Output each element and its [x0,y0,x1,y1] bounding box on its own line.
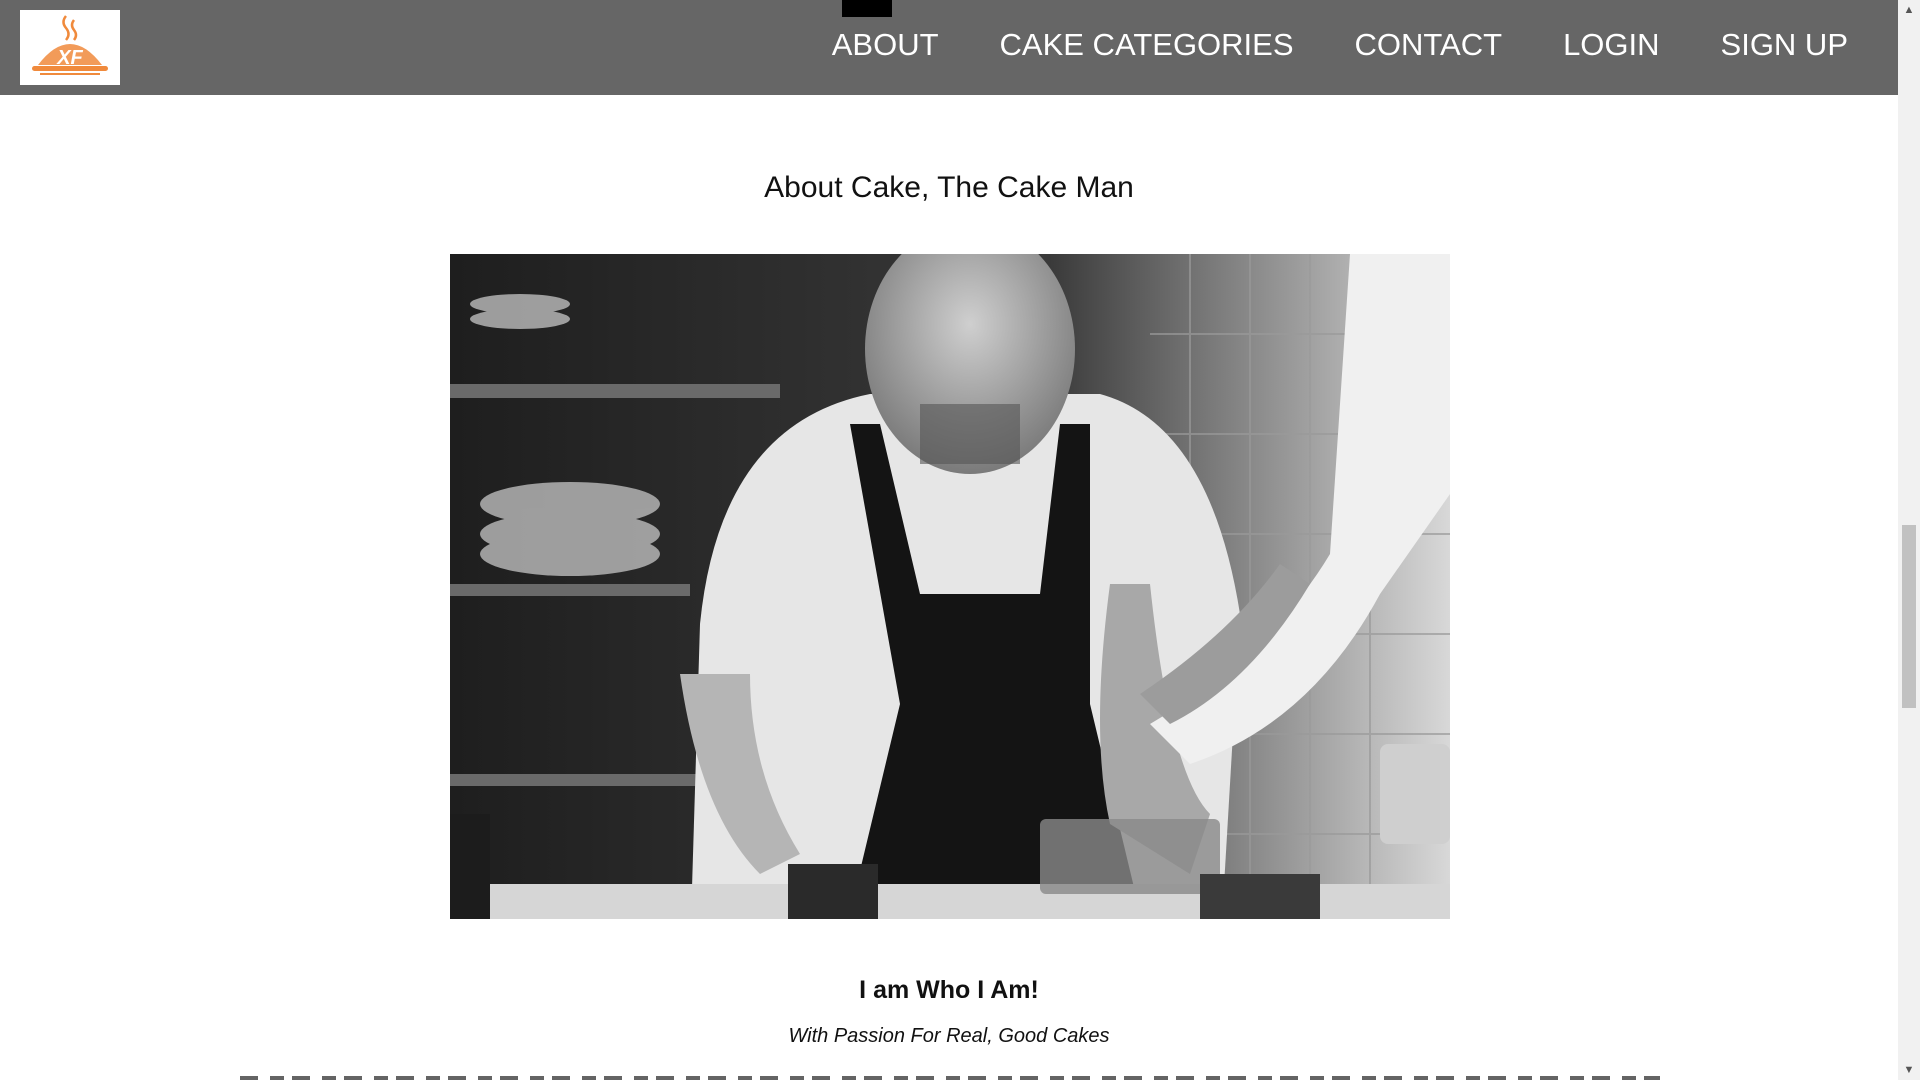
main-nav: ABOUT CAKE CATEGORIES CONTACT LOGIN SIGN… [832,0,1848,90]
scroll-down-arrow-icon[interactable]: ▼ [1898,1060,1920,1080]
scroll-thumb[interactable] [1902,525,1916,708]
chef-photo [450,254,1450,919]
svg-text:XF: XF [56,47,83,69]
nav-cake-categories[interactable]: CAKE CATEGORIES [1000,27,1294,63]
scroll-up-arrow-icon[interactable]: ▲ [1898,0,1920,20]
nav-sign-up[interactable]: SIGN UP [1721,27,1848,63]
nav-contact[interactable]: CONTACT [1355,27,1503,63]
section-heading: I am Who I Am! [859,976,1039,1004]
top-navigation-bar: XF ABOUT CAKE CATEGORIES CONTACT LOGIN S… [0,0,1898,95]
vertical-scrollbar[interactable]: ▲ ▼ [1898,0,1920,1080]
site-logo[interactable]: XF [20,10,120,85]
chef-image [450,254,1450,919]
logo-icon: XF [32,15,108,75]
page: XF ABOUT CAKE CATEGORIES CONTACT LOGIN S… [0,0,1920,1080]
cut-off-paragraph [240,1071,1660,1080]
page-title: About Cake, The Cake Man [764,171,1134,204]
tagline: With Passion For Real, Good Cakes [788,1025,1110,1047]
nav-login[interactable]: LOGIN [1563,27,1659,63]
nav-about[interactable]: ABOUT [832,27,939,63]
